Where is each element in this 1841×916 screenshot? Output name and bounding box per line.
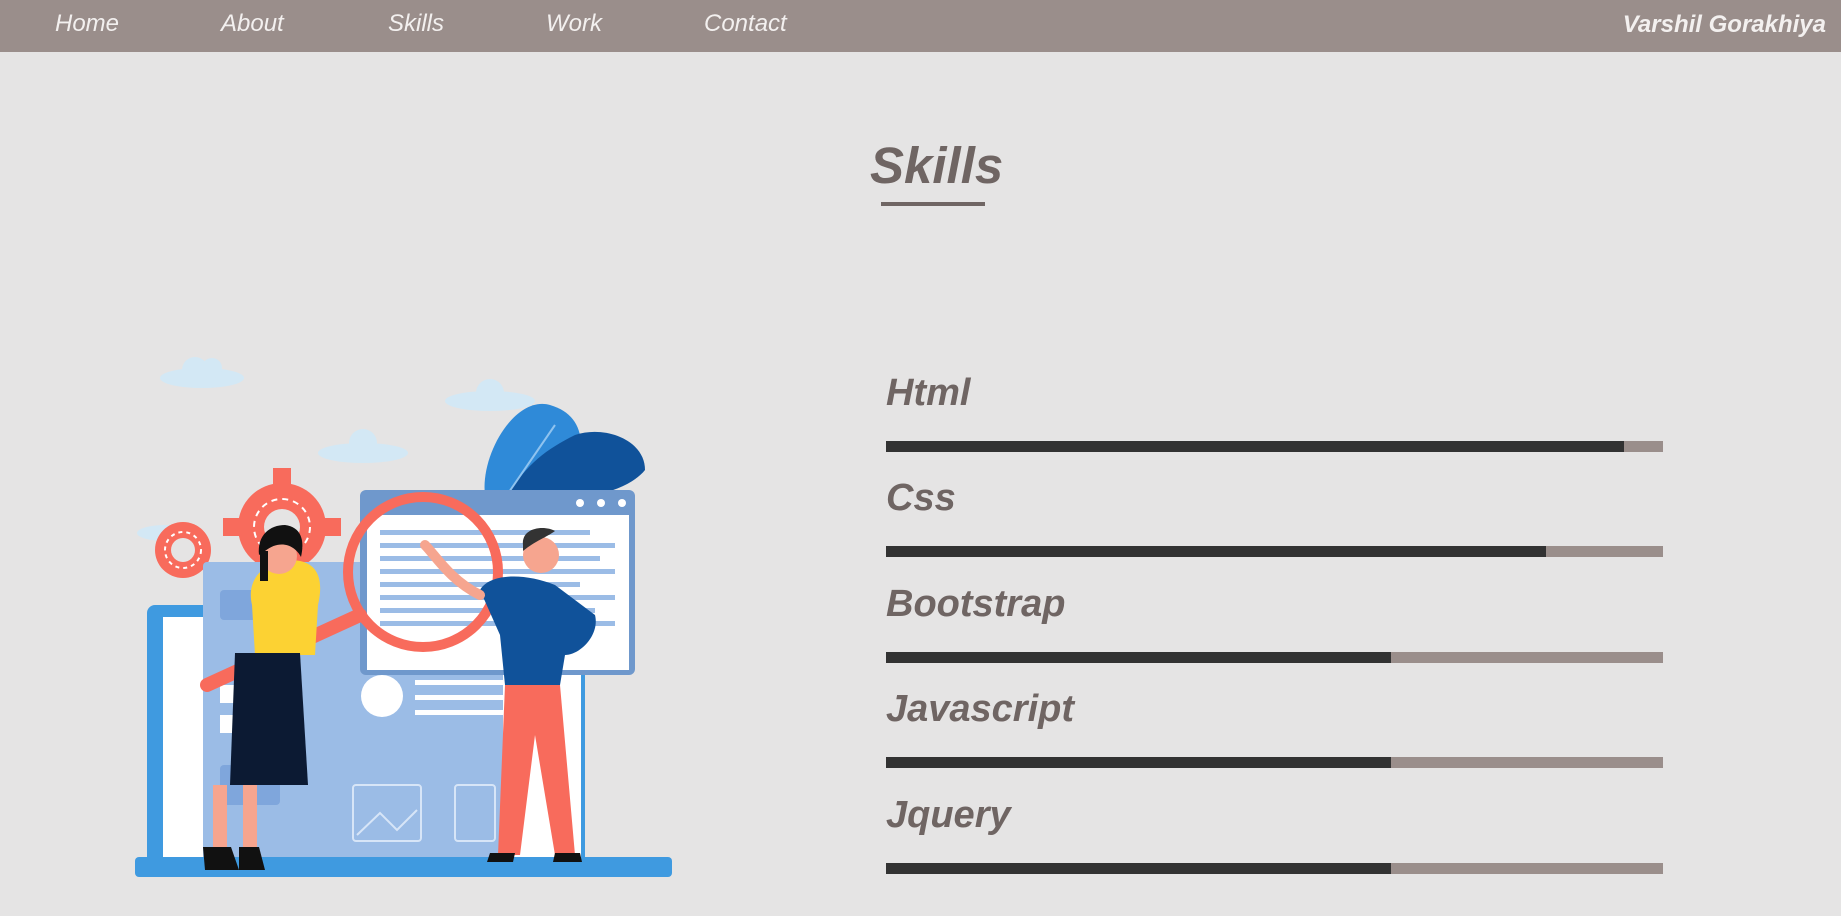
skill-bar-bootstrap: [886, 652, 1663, 663]
brand-name[interactable]: Varshil Gorakhiya: [1623, 11, 1826, 39]
nav-about[interactable]: About: [221, 10, 284, 38]
gear-icon: [155, 522, 211, 578]
skill-bar-fill: [886, 652, 1392, 663]
nav-home[interactable]: Home: [55, 10, 119, 38]
nav-skills[interactable]: Skills: [388, 10, 444, 38]
skill-label-bootstrap: Bootstrap: [886, 583, 1066, 625]
skill-bar-jquery: [886, 863, 1663, 874]
skill-bar-fill: [886, 441, 1625, 452]
cloud-icon: [318, 429, 408, 463]
skill-bar-fill: [886, 546, 1547, 557]
skill-label-css: Css: [886, 477, 956, 519]
cloud-icon: [160, 357, 244, 388]
skill-bar-javascript: [886, 757, 1663, 768]
skill-label-html: Html: [886, 372, 971, 414]
skill-bar-fill: [886, 757, 1392, 768]
nav-work[interactable]: Work: [546, 10, 602, 38]
nav-contact[interactable]: Contact: [704, 10, 787, 38]
leaf-icon: [484, 403, 645, 502]
title-underline: [881, 202, 985, 206]
section-title: Skills: [870, 137, 1004, 194]
team-illustration: [135, 357, 672, 877]
skill-bar-css: [886, 546, 1663, 557]
navbar: Home About Skills Work Contact Varshil G…: [0, 0, 1841, 52]
skill-label-javascript: Javascript: [886, 688, 1075, 730]
skill-bar-html: [886, 441, 1663, 452]
skill-bar-fill: [886, 863, 1392, 874]
cloud-icon: [445, 379, 535, 411]
skill-label-jquery: Jquery: [886, 794, 1011, 836]
